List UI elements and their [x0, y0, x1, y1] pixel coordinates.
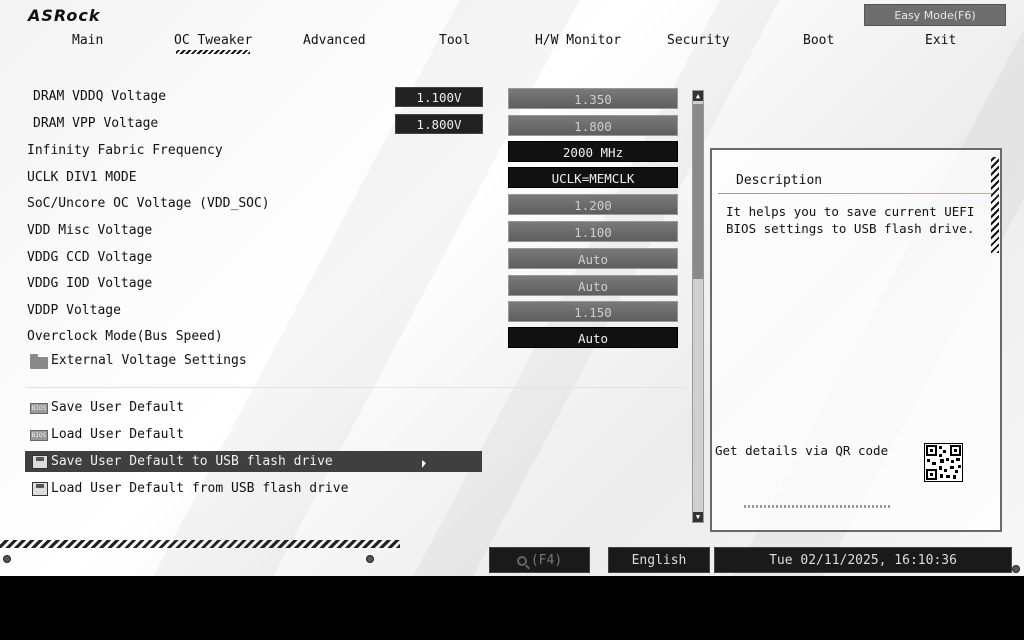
- setting-value[interactable]: 1.350: [508, 88, 678, 109]
- screw-icon: [366, 555, 374, 563]
- tab-boot[interactable]: Boot: [803, 33, 834, 48]
- scroll-up-icon[interactable]: ▲: [693, 91, 703, 101]
- tab-security[interactable]: Security: [667, 33, 730, 48]
- current-voltage: 1.800V: [395, 114, 483, 134]
- setting-value[interactable]: Auto: [508, 327, 678, 348]
- tab-main[interactable]: Main: [72, 33, 103, 48]
- tab-hw-monitor[interactable]: H/W Monitor: [535, 33, 621, 48]
- qr-label: Get details via QR code: [715, 443, 889, 458]
- easy-mode-button[interactable]: Easy Mode(F6): [864, 4, 1006, 26]
- setting-value[interactable]: 1.100: [508, 221, 678, 242]
- panel-hatch-decoration: [991, 157, 999, 253]
- footer-hatch-decoration: [0, 540, 400, 548]
- setting-value[interactable]: UCLK=MEMCLK: [508, 167, 678, 188]
- search-button[interactable]: (F4): [489, 547, 590, 573]
- asrock-logo: ASRock: [28, 6, 101, 25]
- datetime-display: Tue 02/11/2025, 16:10:36: [714, 547, 1012, 573]
- current-voltage: 1.100V: [395, 87, 483, 107]
- setting-value[interactable]: 1.150: [508, 301, 678, 322]
- language-button[interactable]: English: [608, 547, 710, 573]
- description-divider: [718, 193, 992, 194]
- scrollbar-thumb[interactable]: [693, 104, 703, 279]
- folder-icon: [30, 354, 48, 369]
- action-load-user-default[interactable]: Load User Default: [51, 427, 184, 442]
- setting-label[interactable]: VDD Misc Voltage: [27, 223, 152, 238]
- divider: [26, 387, 686, 388]
- action-save-user-default[interactable]: Save User Default: [51, 400, 184, 415]
- scroll-down-icon[interactable]: ▼: [693, 512, 703, 522]
- setting-value[interactable]: 1.200: [508, 194, 678, 215]
- setting-label[interactable]: DRAM VDDQ Voltage: [33, 89, 166, 104]
- setting-label[interactable]: VDDG IOD Voltage: [27, 276, 152, 291]
- setting-value[interactable]: 2000 MHz: [508, 141, 678, 162]
- tab-advanced[interactable]: Advanced: [303, 33, 366, 48]
- bios-screen: ASRock Easy Mode(F6) Main OC Tweaker Adv…: [0, 0, 1024, 576]
- action-save-to-usb[interactable]: Save User Default to USB flash drive: [51, 454, 333, 469]
- action-load-from-usb[interactable]: Load User Default from USB flash drive: [51, 481, 348, 496]
- setting-label[interactable]: SoC/Uncore OC Voltage (VDD_SOC): [27, 196, 270, 211]
- screen-bottom-border: [0, 576, 1024, 640]
- setting-label[interactable]: Infinity Fabric Frequency: [27, 143, 223, 158]
- bios-icon: BIOS: [30, 403, 48, 414]
- screw-icon: [3, 555, 11, 563]
- search-icon: [516, 555, 527, 566]
- setting-label[interactable]: UCLK DIV1 MODE: [27, 170, 137, 185]
- setting-value[interactable]: 1.800: [508, 115, 678, 136]
- mouse-cursor: [422, 460, 426, 468]
- search-label: (F4): [530, 553, 563, 568]
- floppy-icon: [32, 482, 48, 496]
- setting-value[interactable]: Auto: [508, 248, 678, 269]
- tab-exit[interactable]: Exit: [925, 33, 956, 48]
- dotted-divider: [744, 505, 892, 508]
- setting-label[interactable]: DRAM VPP Voltage: [33, 116, 158, 131]
- bios-icon: BIOS: [30, 430, 48, 441]
- floppy-icon: [32, 455, 48, 469]
- description-text: It helps you to save current UEFI BIOS s…: [726, 204, 975, 236]
- setting-label[interactable]: VDDP Voltage: [27, 303, 121, 318]
- qr-code-icon: [924, 443, 963, 482]
- setting-value[interactable]: Auto: [508, 275, 678, 296]
- setting-label[interactable]: VDDG CCD Voltage: [27, 250, 152, 265]
- submenu-external-voltage[interactable]: External Voltage Settings: [51, 353, 247, 368]
- tab-oc-tweaker[interactable]: OC Tweaker: [174, 33, 252, 54]
- tab-tool[interactable]: Tool: [439, 33, 470, 48]
- setting-label[interactable]: Overclock Mode(Bus Speed): [27, 329, 223, 344]
- description-title: Description: [736, 173, 823, 188]
- screw-icon: [1012, 565, 1020, 573]
